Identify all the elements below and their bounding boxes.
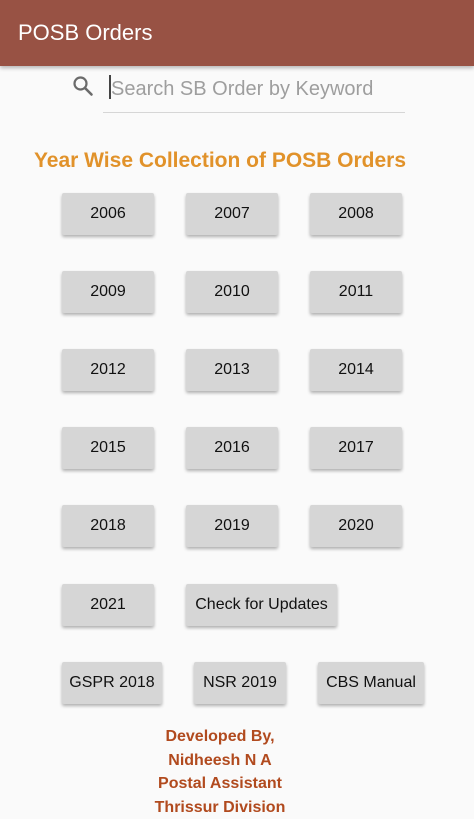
year-button-2007[interactable]: 2007 — [186, 193, 278, 235]
gspr-2018-button[interactable]: GSPR 2018 — [62, 662, 162, 704]
year-button-2006[interactable]: 2006 — [62, 193, 154, 235]
search-box — [103, 68, 405, 113]
developer-credits: Developed By, Nidheesh N A Postal Assist… — [0, 725, 440, 819]
year-button-2011[interactable]: 2011 — [310, 271, 402, 313]
year-button-2012[interactable]: 2012 — [62, 349, 154, 391]
year-button-2020[interactable]: 2020 — [310, 505, 402, 547]
cbs-manual-button[interactable]: CBS Manual — [318, 662, 424, 704]
year-button-2013[interactable]: 2013 — [186, 349, 278, 391]
year-button-2014[interactable]: 2014 — [310, 349, 402, 391]
credit-line: Thrissur Division — [0, 796, 440, 819]
year-button-2010[interactable]: 2010 — [186, 271, 278, 313]
nsr-2019-button[interactable]: NSR 2019 — [194, 662, 286, 704]
year-button-2009[interactable]: 2009 — [62, 271, 154, 313]
credit-line: Postal Assistant — [0, 772, 440, 796]
year-button-2017[interactable]: 2017 — [310, 427, 402, 469]
credit-line: Developed By, — [0, 725, 440, 749]
app-bar: POSB Orders — [0, 0, 474, 66]
credit-line: Nidheesh N A — [0, 749, 440, 773]
year-button-2021[interactable]: 2021 — [62, 584, 154, 626]
year-button-2018[interactable]: 2018 — [62, 505, 154, 547]
section-title: Year Wise Collection of POSB Orders — [0, 148, 440, 174]
text-cursor — [109, 75, 111, 99]
year-button-2016[interactable]: 2016 — [186, 427, 278, 469]
check-updates-button[interactable]: Check for Updates — [186, 584, 337, 626]
year-button-2015[interactable]: 2015 — [62, 427, 154, 469]
year-button-2008[interactable]: 2008 — [310, 193, 402, 235]
app-title: POSB Orders — [18, 19, 152, 47]
search-icon — [71, 74, 95, 98]
year-button-2019[interactable]: 2019 — [186, 505, 278, 547]
search-input[interactable] — [103, 70, 411, 108]
